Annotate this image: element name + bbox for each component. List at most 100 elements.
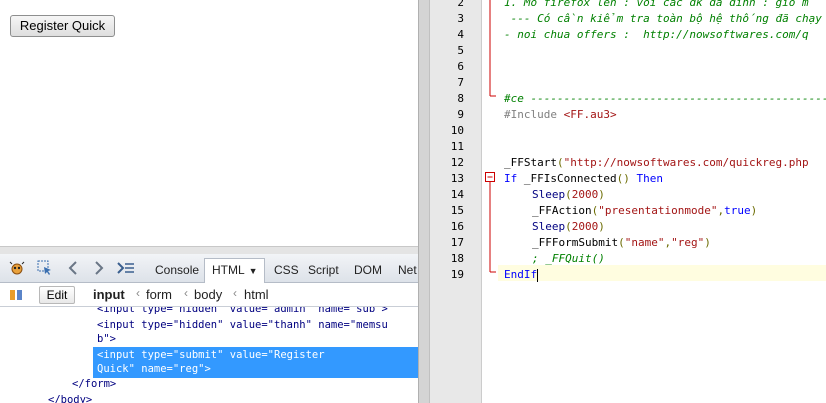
- token: (: [556, 156, 564, 169]
- token: _FFStart: [504, 156, 557, 169]
- code-line-14: Sleep(2000): [532, 187, 605, 203]
- code-line-19: EndIf: [504, 267, 539, 283]
- chevron-left-icon: ‹: [233, 286, 237, 300]
- token: ): [704, 236, 711, 249]
- breadcrumb-input[interactable]: input: [93, 287, 125, 302]
- code-line-13: If _FFIsConnected() Then: [504, 171, 663, 187]
- window-divider[interactable]: [418, 0, 430, 403]
- web-page-area: Register Quick: [0, 0, 418, 246]
- register-quick-button[interactable]: Register Quick: [10, 15, 115, 37]
- line-number: 2: [457, 0, 464, 9]
- chevron-left-icon: ‹: [184, 286, 188, 300]
- command-line-icon[interactable]: [117, 260, 135, 276]
- line-number: 6: [457, 60, 464, 73]
- breadcrumb-body[interactable]: body: [194, 287, 222, 302]
- token: Sleep: [532, 220, 566, 233]
- code-line-18: ; _FFQuit(): [532, 252, 605, 265]
- line-number: 11: [450, 140, 464, 153]
- token: "name": [624, 236, 665, 249]
- token: "presentationmode": [598, 204, 718, 217]
- tab-dom[interactable]: DOM: [352, 261, 384, 283]
- token: 2000: [571, 188, 599, 201]
- include-file: <FF.au3>: [563, 108, 617, 121]
- line-number: 3: [457, 12, 464, 25]
- line-number: 15: [450, 204, 464, 217]
- code-line-15: _FFAction("presentationmode",true): [532, 203, 757, 219]
- line-number: 14: [450, 188, 464, 201]
- code-line-12: _FFStart("http://nowsoftwares.com/quickr…: [504, 155, 809, 171]
- tree-node-text: Quick" name="reg">: [97, 363, 211, 375]
- line-number: 16: [450, 220, 464, 233]
- fold-markers-icon[interactable]: [482, 0, 498, 403]
- chevron-down-icon[interactable]: ▼: [249, 266, 258, 276]
- token: If: [504, 172, 524, 185]
- line-number: 19: [450, 268, 464, 281]
- code-line-3: --- Có cần kiểm tra toàn bộ hệ thống đã …: [504, 12, 822, 25]
- breadcrumb-html[interactable]: html: [244, 287, 269, 302]
- line-number: 9: [457, 108, 464, 121]
- token: (: [618, 236, 625, 249]
- fold-margin: [482, 0, 498, 403]
- token: EndIf: [504, 268, 538, 281]
- browser-pane: Register Quick Console HTML ▼ CSS Script …: [0, 0, 418, 403]
- token: Then: [636, 172, 663, 185]
- token: (: [565, 220, 572, 233]
- inspect-element-icon[interactable]: [36, 260, 54, 276]
- line-number: 13: [450, 172, 464, 185]
- tree-node[interactable]: <input type="hidden" value="thanh" name=…: [97, 318, 388, 333]
- tab-script[interactable]: Script: [306, 261, 341, 283]
- text-cursor: [537, 268, 539, 282]
- firebug-splitter[interactable]: [0, 246, 418, 254]
- line-number: 8: [457, 92, 464, 105]
- code-line-9: #Include <FF.au3>: [504, 107, 617, 123]
- token: (: [565, 188, 572, 201]
- line-number: 4: [457, 28, 464, 41]
- code-line-4: - noi chua offers : http://nowsoftwares.…: [504, 28, 809, 41]
- token: (): [616, 172, 637, 185]
- line-number: 18: [450, 252, 464, 265]
- html-breadcrumb-bar: Edit input ‹ form ‹ body ‹ html: [0, 283, 418, 307]
- edit-button[interactable]: Edit: [39, 286, 75, 304]
- tab-html[interactable]: HTML ▼: [204, 258, 265, 283]
- token: Sleep: [532, 188, 566, 201]
- selected-tree-node[interactable]: <input type="submit" value="Register Qui…: [93, 347, 418, 378]
- token: _FFIsConnected: [523, 172, 617, 185]
- line-number: 10: [450, 124, 464, 137]
- tree-node[interactable]: </form>: [72, 377, 116, 392]
- code-line-17: _FFFormSubmit("name","reg"): [532, 235, 711, 251]
- code-line-8: #ce ------------------------------------…: [504, 92, 826, 105]
- tree-node-continued: b">: [97, 333, 116, 345]
- code-line-16: Sleep(2000): [532, 219, 605, 235]
- back-arrow-icon[interactable]: [64, 260, 82, 276]
- line-number: 17: [450, 236, 464, 249]
- tab-net[interactable]: Net: [396, 261, 419, 283]
- line-number: 12: [450, 156, 464, 169]
- token: _FFFormSubmit: [532, 236, 619, 249]
- line-number-gutter: 2 3 4 5 6 7 8 9 10 11 12 13 14 15 16 17 …: [430, 0, 482, 403]
- token: true: [724, 204, 751, 217]
- tree-node[interactable]: <input type="hidden" value="admin" name=…: [97, 307, 388, 317]
- tab-console[interactable]: Console: [153, 261, 201, 283]
- firebug-bug-icon[interactable]: [8, 260, 26, 276]
- token: _FFAction: [532, 204, 592, 217]
- code-line-2: 1. Mo firefox len : voi cac dk da dinh :…: [504, 0, 809, 9]
- tab-html-label: HTML: [212, 263, 245, 277]
- chevron-left-icon: ‹: [136, 286, 140, 300]
- token: "http://nowsoftwares.com/quickreg.php: [563, 156, 809, 169]
- tab-css[interactable]: CSS: [272, 261, 301, 283]
- html-tree-panel: <input type="hidden" value="admin" name=…: [0, 307, 418, 403]
- token: "reg": [671, 236, 705, 249]
- token: ): [598, 220, 605, 233]
- firebug-toolbar: Console HTML ▼ CSS Script DOM Net: [0, 254, 418, 283]
- tree-node-text: <input type="submit" value="Register: [97, 349, 325, 361]
- current-line-highlight: [498, 265, 826, 281]
- include-directive: #Include: [504, 108, 564, 121]
- breadcrumb-form[interactable]: form: [146, 287, 172, 302]
- line-number: 5: [457, 44, 464, 57]
- forward-arrow-icon[interactable]: [90, 260, 108, 276]
- code-editor[interactable]: 2 3 4 5 6 7 8 9 10 11 12 13 14 15 16 17 …: [430, 0, 826, 403]
- edit-mode-icon[interactable]: [8, 287, 26, 303]
- tree-node[interactable]: </body>: [48, 393, 92, 403]
- token: ): [750, 204, 758, 217]
- token: 2000: [571, 220, 599, 233]
